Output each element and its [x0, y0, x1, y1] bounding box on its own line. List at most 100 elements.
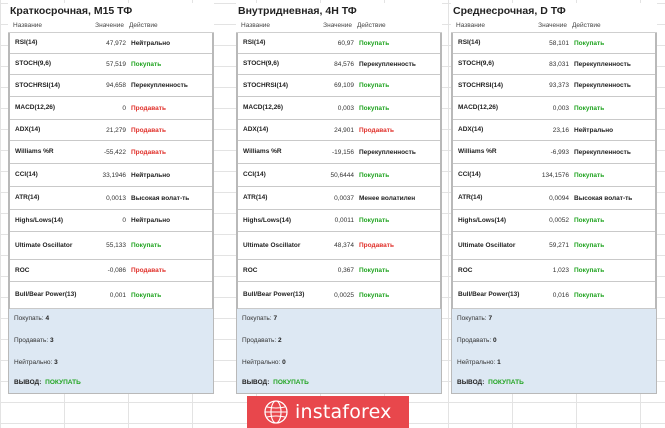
indicator-panel: Краткосрочная, M15 ТФ Название Значение Дей… [8, 3, 214, 394]
table-row: ADX(14) 24,901 Продавать [238, 120, 440, 141]
logo-text: instaforex [295, 401, 392, 423]
indicator-action: Покупать [359, 267, 390, 274]
indicator-name: Highs/Lows(14) [458, 216, 507, 224]
summary-count: 7 [488, 315, 493, 322]
indicator-name: MACD(12,26) [15, 104, 56, 111]
indicator-action: Покупать [574, 267, 605, 274]
summary-sell: Продавать: 2 [242, 337, 282, 344]
indicator-action: Покупать [359, 82, 390, 89]
indicator-panel: Среднесрочная, D ТФ Название Значение Дейст… [451, 3, 657, 394]
indicator-action: Перекупленность [574, 60, 631, 68]
indicator-value: -55,422 [103, 148, 126, 156]
table-row: STOCH(9,6) 83,031 Перекупленность [453, 54, 655, 75]
column-header-value: Значение [95, 22, 124, 29]
indicator-name: STOCHRSI(14) [243, 81, 289, 89]
instaforex-logo: instaforex [247, 396, 409, 428]
column-header-name: Название [241, 22, 271, 29]
indicator-action: Продавать [131, 148, 166, 156]
column-header-name: Название [456, 22, 486, 29]
table-row: Highs/Lows(14) 0,0052 Покупать [453, 210, 655, 232]
indicator-name: STOCH(9,6) [243, 60, 279, 67]
summary-label: Нейтрально: [242, 359, 281, 366]
indicator-action: Покупать [131, 60, 162, 68]
indicator-name: STOCHRSI(14) [458, 81, 504, 89]
indicator-action: Менее волатилен [359, 194, 416, 202]
indicator-name: ROC [15, 266, 30, 274]
indicator-action: Перекупленность [359, 148, 416, 156]
summary-neutral: Нейтрально: 0 [242, 359, 286, 366]
table-row: Bull/Bear Power(13) 0,016 Покупать [453, 282, 655, 309]
indicator-value: 84,576 [334, 60, 354, 68]
summary-count: 2 [278, 337, 282, 344]
column-header-value: Значение [323, 22, 352, 29]
summary-count: 4 [45, 315, 50, 322]
indicator-action: Нейтрально [131, 39, 171, 47]
indicator-action: Покупать [574, 291, 605, 299]
table-row: RSI(14) 60,97 Покупать [238, 33, 440, 54]
indicator-action: Покупать [359, 39, 390, 47]
column-header-action: Действие [572, 22, 601, 29]
summary-count: 3 [50, 337, 54, 344]
table-row: MACD(12,26) 0 Продавать [10, 97, 212, 120]
indicator-name: Ultimate Oscillator [243, 241, 301, 249]
indicator-action: Нейтрально [131, 217, 171, 224]
summary-verdict: ВЫВОД: ПОКУПАТЬ [457, 379, 524, 386]
summary-label: Покупать: [242, 315, 272, 322]
indicator-name: Bull/Bear Power(13) [243, 291, 305, 298]
indicator-value: 58,101 [549, 39, 569, 47]
table-row: RSI(14) 58,101 Покупать [453, 33, 655, 54]
indicator-value: 93,373 [549, 82, 569, 89]
indicator-action: Продавать [359, 242, 394, 249]
summary-verdict: ВЫВОД: ПОКУПАТЬ [14, 379, 81, 386]
summary-count: 1 [497, 359, 501, 366]
indicator-name: ADX(14) [458, 126, 484, 133]
table-row: ATR(14) 0,0094 Высокая волат-ть [453, 187, 655, 210]
indicator-name: Williams %R [15, 148, 54, 155]
indicator-value: -19,156 [331, 148, 354, 156]
summary-neutral: Нейтрально: 3 [14, 359, 58, 366]
indicator-value: 0,0011 [334, 217, 354, 224]
indicator-panel: Внутридневная, 4H ТФ Название Значение Дейс… [236, 3, 442, 394]
indicator-action: Покупать [359, 217, 390, 224]
column-header-value: Значение [538, 22, 567, 29]
indicator-value: 60,97 [337, 39, 354, 47]
table-row: ATR(14) 0,0037 Менее волатилен [238, 187, 440, 210]
summary-sell: Продавать: 0 [457, 337, 497, 344]
indicator-name: RSI(14) [458, 39, 481, 46]
table-row: Williams %R -19,156 Перекупленность [238, 141, 440, 164]
indicator-name: CCI(14) [15, 171, 38, 178]
indicator-action: Покупать [359, 104, 390, 112]
indicator-action: Покупать [131, 291, 162, 299]
table-row: RSI(14) 47,972 Нейтрально [10, 33, 212, 54]
indicator-action: Продавать [131, 126, 166, 134]
indicator-name: ROC [243, 266, 258, 274]
table-row: STOCH(9,6) 84,576 Перекупленность [238, 54, 440, 75]
indicator-action: Высокая волат-ть [574, 194, 633, 202]
table-row: ROC 1,023 Покупать [453, 260, 655, 282]
table-row: STOCHRSI(14) 93,373 Перекупленность [453, 75, 655, 97]
instaforex-logo-icon [264, 400, 288, 424]
table-row: Ultimate Oscillator 48,374 Продавать [238, 232, 440, 260]
indicator-table: RSI(14) 60,97 Покупать STOCH(9,6) 84,576 Пере… [236, 33, 442, 309]
table-row: Highs/Lows(14) 0 Нейтрально [10, 210, 212, 232]
table-row: MACD(12,26) 0,003 Покупать [453, 97, 655, 120]
indicator-value: 134,1576 [541, 171, 569, 179]
indicator-action: Перекупленность [574, 82, 631, 89]
indicator-value: 0,003 [337, 104, 354, 112]
summary-buy: Покупать: 7 [457, 315, 492, 322]
indicator-value: 0 [122, 104, 126, 112]
indicator-action: Покупать [574, 39, 605, 47]
summary-neutral: Нейтрально: 1 [457, 359, 501, 366]
table-row: ATR(14) 0,0013 Высокая волат-ть [10, 187, 212, 210]
table-row: MACD(12,26) 0,003 Покупать [238, 97, 440, 120]
summary-label: Нейтрально: [457, 359, 496, 366]
indicator-action: Покупать [359, 291, 390, 299]
indicator-value: 0,367 [337, 267, 354, 274]
indicator-value: 0,0025 [334, 291, 354, 299]
indicator-value: 0,0052 [549, 217, 569, 224]
summary-count: 0 [282, 359, 286, 366]
indicator-value: 50,6444 [330, 171, 355, 179]
indicator-action: Покупать [359, 171, 390, 179]
indicator-name: MACD(12,26) [458, 104, 499, 111]
indicator-action: Перекупленность [131, 82, 188, 89]
